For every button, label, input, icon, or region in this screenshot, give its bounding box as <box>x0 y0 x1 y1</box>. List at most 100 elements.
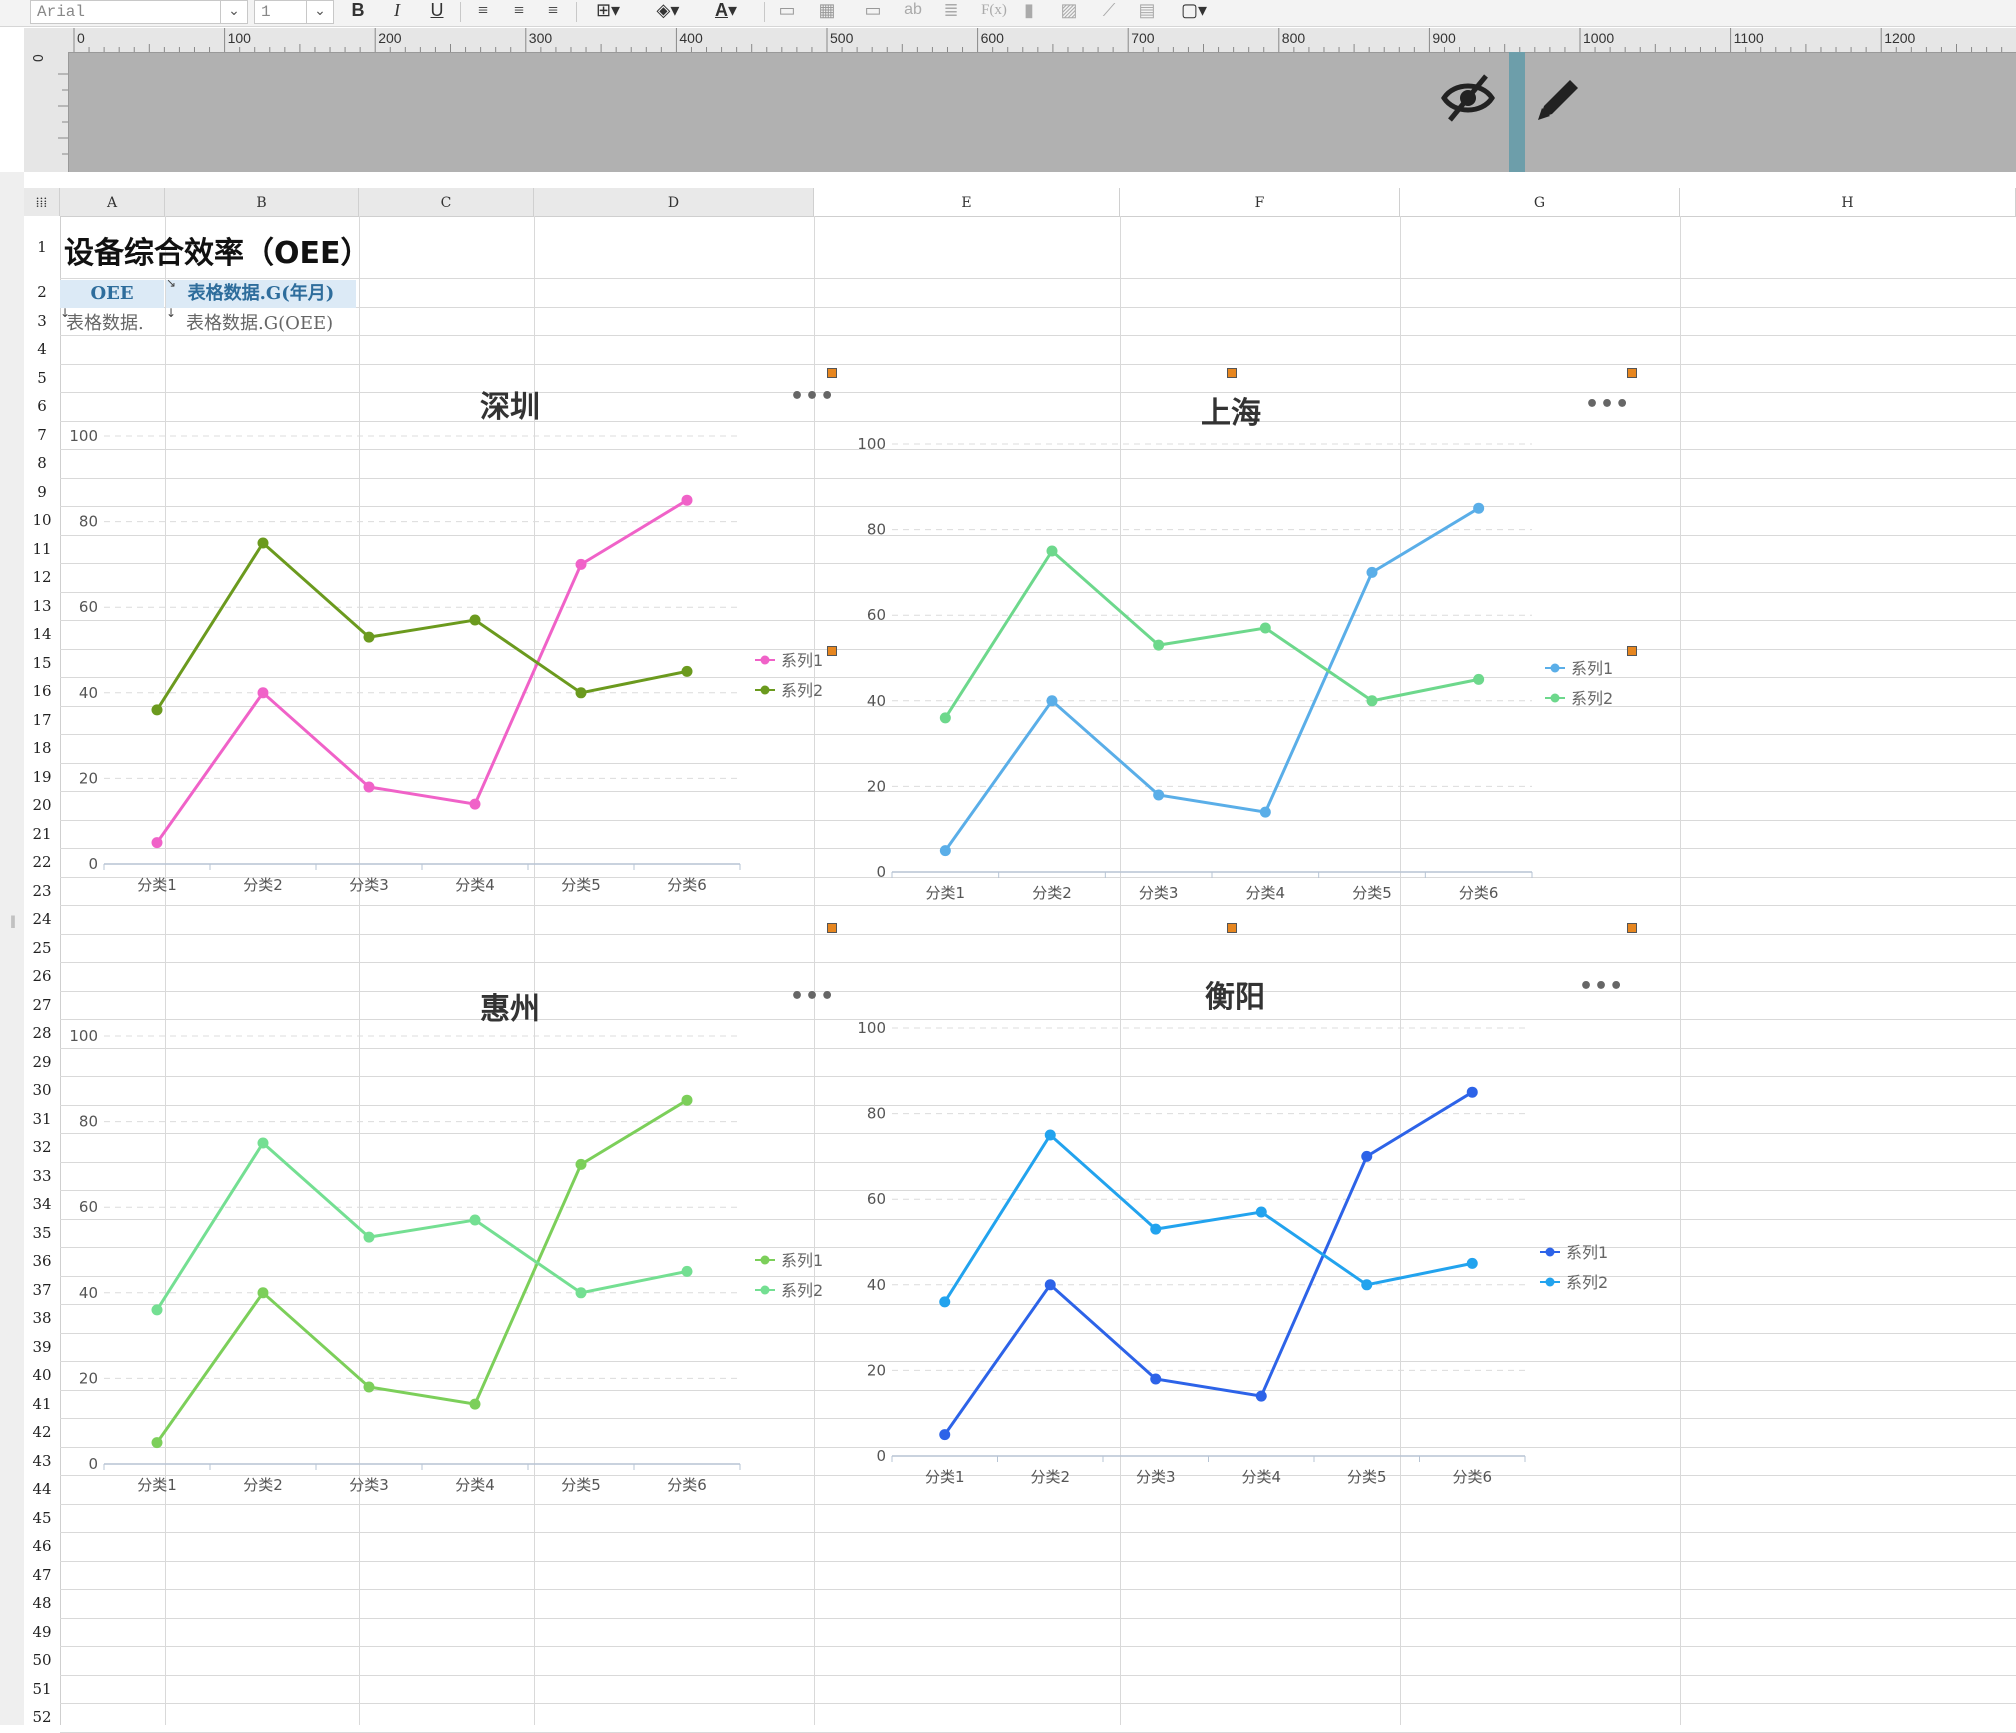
row-header-46[interactable]: 46 <box>24 1532 60 1561</box>
row-header-48[interactable]: 48 <box>24 1589 60 1618</box>
row-header-17[interactable]: 17 <box>24 706 60 735</box>
pencil-icon[interactable] <box>1532 72 1586 126</box>
row-header-43[interactable]: 43 <box>24 1447 60 1476</box>
more-options-icon[interactable]: ••• <box>1585 392 1630 417</box>
row-header-44[interactable]: 44 <box>24 1475 60 1504</box>
bold-button[interactable]: B <box>345 0 371 22</box>
grid-icon[interactable]: ▦ <box>814 0 840 22</box>
row-header-10[interactable]: 10 <box>24 506 60 535</box>
row-header-19[interactable]: 19 <box>24 763 60 792</box>
merge-cell-icon[interactable]: ▭ <box>774 0 800 22</box>
row-header-14[interactable]: 14 <box>24 620 60 649</box>
row-header-32[interactable]: 32 <box>24 1133 60 1162</box>
row-header-23[interactable]: 23 <box>24 877 60 906</box>
row-header-2[interactable]: 2 <box>24 278 60 307</box>
row-header-47[interactable]: 47 <box>24 1561 60 1590</box>
cell-a3-field[interactable]: 表格数据. <box>66 310 144 338</box>
cell-a2-oee[interactable]: OEE <box>60 280 164 308</box>
row-header-28[interactable]: 28 <box>24 1019 60 1048</box>
design-splitter[interactable] <box>1509 52 1525 172</box>
resize-handle[interactable] <box>1627 646 1637 656</box>
fill-color-icon[interactable]: ◈▾ <box>646 0 690 22</box>
border-icon[interactable]: ⊞▾ <box>586 0 630 22</box>
row-header-51[interactable]: 51 <box>24 1675 60 1704</box>
row-header-9[interactable]: 9 <box>24 478 60 507</box>
select-all-icon[interactable]: ⁞⁞⁞ <box>24 188 60 216</box>
row-header-18[interactable]: 18 <box>24 734 60 763</box>
text-ab-icon[interactable]: ab <box>900 0 926 22</box>
row-header-1[interactable]: 1 <box>24 216 60 278</box>
row-header-16[interactable]: 16 <box>24 677 60 706</box>
formula-icon[interactable]: F(x) <box>978 0 1010 22</box>
more-options-icon[interactable]: ••• <box>790 984 835 1009</box>
resize-handle[interactable] <box>1227 923 1237 933</box>
column-header-h[interactable]: H <box>1680 188 2016 216</box>
row-header-41[interactable]: 41 <box>24 1390 60 1419</box>
row-header-30[interactable]: 30 <box>24 1076 60 1105</box>
underline-button[interactable]: U <box>424 0 450 22</box>
row-header-40[interactable]: 40 <box>24 1361 60 1390</box>
font-color-button[interactable]: A▾ <box>704 0 748 22</box>
column-header-g[interactable]: G <box>1400 188 1680 216</box>
row-header-5[interactable]: 5 <box>24 364 60 393</box>
chart-shanghai[interactable]: 0 20 40 60 80 100 分类1 分类2 分类3 分类4 分类5 分类6 系列1 系列2 上海 … <box>835 374 1635 904</box>
row-header-8[interactable]: 8 <box>24 449 60 478</box>
row-header-37[interactable]: 37 <box>24 1276 60 1305</box>
chart-huizhou[interactable]: 0 20 40 60 80 100 分类1 分类2 分类3 分类4 分类5 分类6 系列1 系列2 惠州 … <box>60 974 835 1504</box>
resize-handle[interactable] <box>827 646 837 656</box>
row-header-29[interactable]: 29 <box>24 1048 60 1077</box>
resize-handle[interactable] <box>827 368 837 378</box>
row-header-39[interactable]: 39 <box>24 1333 60 1362</box>
column-header-b[interactable]: B <box>165 188 359 216</box>
column-header-a[interactable]: A <box>60 188 165 216</box>
resize-handle[interactable] <box>1627 368 1637 378</box>
column-header-d[interactable]: D <box>534 188 814 216</box>
row-header-6[interactable]: 6 <box>24 392 60 421</box>
row-header-3[interactable]: 3 <box>24 307 60 336</box>
column-header-f[interactable]: F <box>1120 188 1400 216</box>
resize-handle[interactable] <box>1627 923 1637 933</box>
row-header-25[interactable]: 25 <box>24 934 60 963</box>
column-header-c[interactable]: C <box>359 188 534 216</box>
cell-b3-field[interactable]: 表格数据.G(OEE) <box>186 310 333 338</box>
page-icon[interactable]: ▤ <box>1134 0 1160 22</box>
align-center-icon[interactable]: ≡ <box>506 0 532 22</box>
row-header-36[interactable]: 36 <box>24 1247 60 1276</box>
row-header-27[interactable]: 27 <box>24 991 60 1020</box>
row-header-13[interactable]: 13 <box>24 592 60 621</box>
chart-hengyang[interactable]: 0 20 40 60 80 100 分类1 分类2 分类3 分类4 分类5 分类6 系列1 系列2 衡阳 … <box>835 964 1635 1494</box>
row-header-35[interactable]: 35 <box>24 1219 60 1248</box>
chart-icon[interactable]: ▮ <box>1016 0 1042 22</box>
hidden-eye-icon[interactable] <box>1440 70 1496 126</box>
row-header-11[interactable]: 11 <box>24 535 60 564</box>
row-header-33[interactable]: 33 <box>24 1162 60 1191</box>
insert-row-icon[interactable]: ▭ <box>860 0 886 22</box>
image-icon[interactable]: ▨ <box>1056 0 1082 22</box>
row-header-45[interactable]: 45 <box>24 1504 60 1533</box>
row-header-31[interactable]: 31 <box>24 1105 60 1134</box>
row-header-50[interactable]: 50 <box>24 1646 60 1675</box>
align-right-icon[interactable]: ≡ <box>540 0 566 22</box>
row-header-38[interactable]: 38 <box>24 1304 60 1333</box>
align-left-icon[interactable]: ≡ <box>470 0 496 22</box>
row-header-21[interactable]: 21 <box>24 820 60 849</box>
row-header-22[interactable]: 22 <box>24 848 60 877</box>
row-header-26[interactable]: 26 <box>24 962 60 991</box>
more-options-icon[interactable]: ••• <box>1579 974 1624 999</box>
row-header-42[interactable]: 42 <box>24 1418 60 1447</box>
row-header-34[interactable]: 34 <box>24 1190 60 1219</box>
slash-icon[interactable]: ⟋ <box>1096 0 1122 22</box>
row-header-15[interactable]: 15 <box>24 649 60 678</box>
row-header-24[interactable]: 24 <box>24 905 60 934</box>
italic-button[interactable]: I <box>384 0 410 22</box>
resize-handle-icon[interactable]: ‖ <box>10 914 16 928</box>
row-header-12[interactable]: 12 <box>24 563 60 592</box>
chart-shenzhen[interactable]: 0 20 40 60 80 100 分类1 分类2 分类3 分类4 分类5 分类6 系列1 系列2 深圳 … <box>60 374 835 904</box>
row-header-49[interactable]: 49 <box>24 1618 60 1647</box>
column-header-e[interactable]: E <box>814 188 1120 216</box>
row-header-7[interactable]: 7 <box>24 421 60 450</box>
row-header-20[interactable]: 20 <box>24 791 60 820</box>
frame-icon[interactable]: ▢▾ <box>1172 0 1216 22</box>
row-header-4[interactable]: 4 <box>24 335 60 364</box>
row-header-52[interactable]: 52 <box>24 1703 60 1732</box>
